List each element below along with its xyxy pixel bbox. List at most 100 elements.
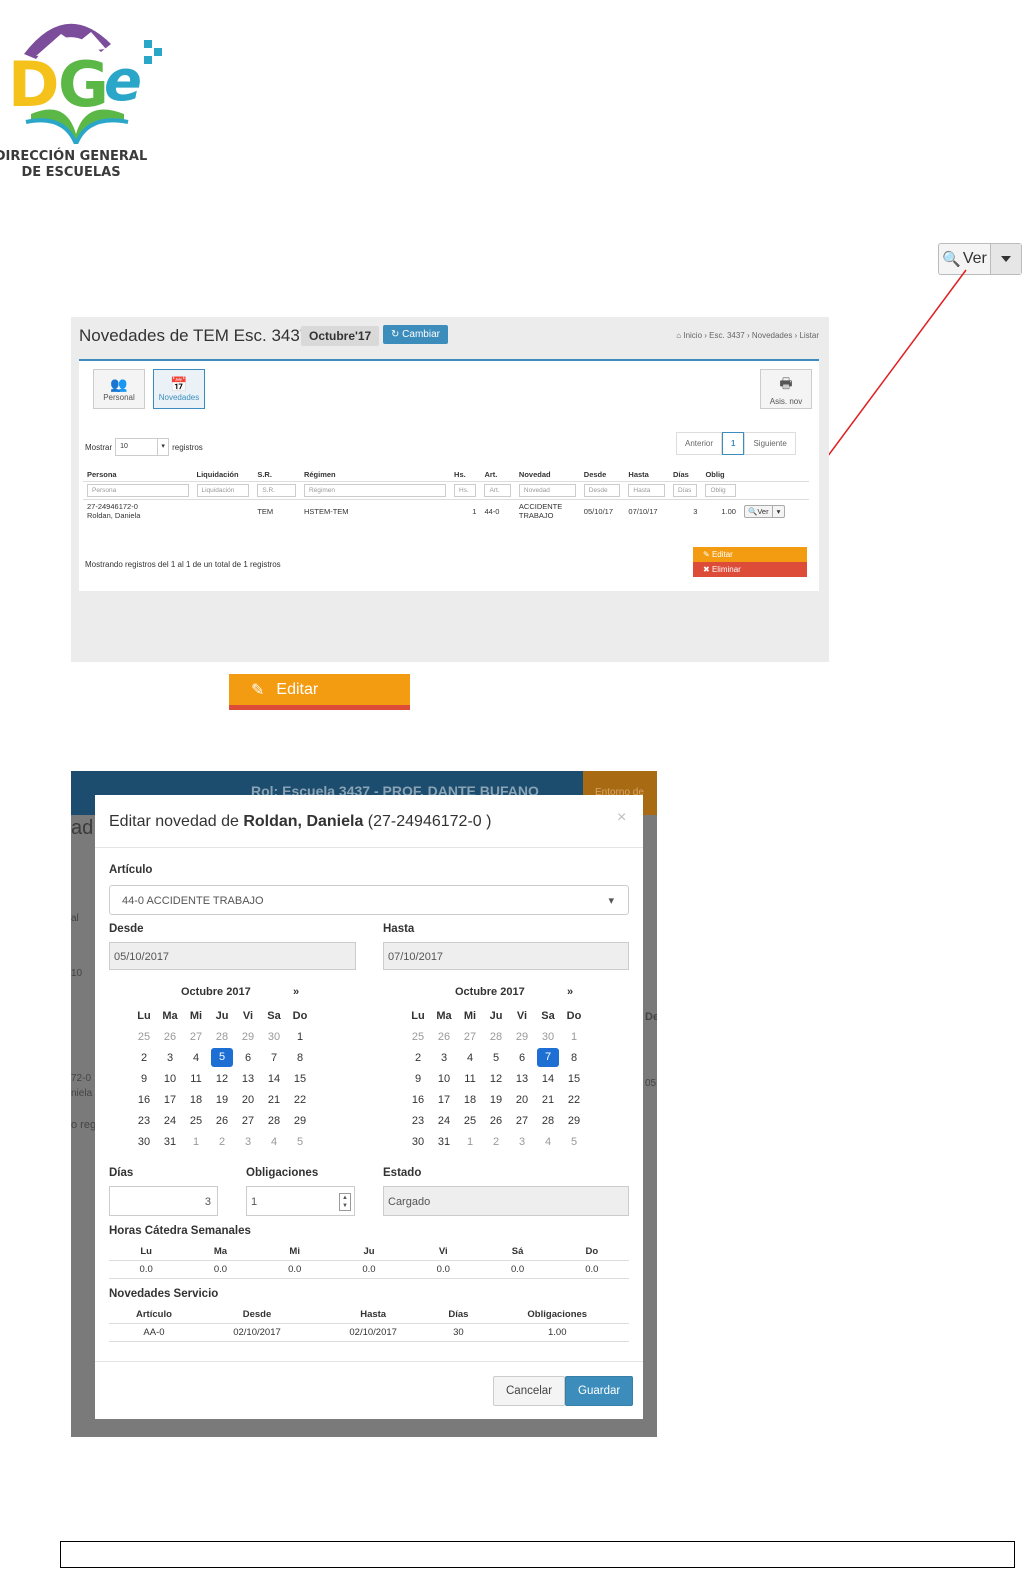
table-row: 0.0 0.0 0.0 0.0 0.0 0.0 0.0 bbox=[109, 1260, 629, 1279]
pager-next[interactable]: Siguiente bbox=[744, 432, 796, 455]
cell-dias: 3 bbox=[693, 506, 698, 516]
cell-oblig: 1.00 bbox=[721, 506, 736, 516]
hasta-cal-next[interactable]: » bbox=[567, 986, 573, 998]
chevron-down-icon: ▾ bbox=[608, 895, 614, 907]
dropdown-editar-label: Editar bbox=[711, 550, 733, 559]
desde-cal-next[interactable]: » bbox=[293, 986, 299, 998]
footer-box bbox=[60, 1541, 1015, 1568]
filter-row: Persona Liquidación S.R. Régimen Hs. Art… bbox=[83, 482, 809, 500]
hasta-selected-day[interactable]: 7 bbox=[535, 1047, 561, 1068]
filter-art[interactable]: Art. bbox=[484, 484, 511, 497]
col-liquidacion[interactable]: Liquidación bbox=[192, 468, 254, 482]
modal-title-name: Roldan, Daniela bbox=[243, 813, 364, 830]
servicio-table: Artículo Desde Hasta Días Obligaciones AA-0 0… bbox=[109, 1306, 629, 1342]
col-actions bbox=[739, 468, 809, 482]
filter-hs[interactable]: Hs. bbox=[454, 484, 477, 497]
breadcrumb-escuela[interactable]: Esc. 3437 bbox=[709, 331, 745, 340]
cell-desde: 05/10/17 bbox=[583, 506, 613, 516]
novedades-label: Novedades bbox=[158, 393, 200, 402]
modal-footer-divider bbox=[95, 1361, 643, 1362]
filter-dias[interactable]: Días bbox=[673, 484, 698, 497]
page-title: Novedades de TEM Esc. 3437 - bbox=[79, 326, 320, 345]
obligaciones-stepper[interactable]: 1 ▲ ▼ bbox=[246, 1186, 355, 1216]
personal-label: Personal bbox=[103, 393, 135, 402]
servicio-label: Novedades Servicio bbox=[109, 1288, 219, 1300]
novedades-list-screenshot: Novedades de TEM Esc. 3437 - Octubre'17 … bbox=[71, 317, 829, 662]
desde-selected-day[interactable]: 5 bbox=[209, 1047, 235, 1068]
col-persona[interactable]: Persona bbox=[83, 468, 193, 482]
asis-nov-button[interactable]: 🖶 Asis. nov bbox=[760, 369, 812, 409]
articulo-value: 44-0 ACCIDENTE TRABAJO bbox=[122, 895, 264, 907]
save-button[interactable]: Guardar bbox=[565, 1376, 634, 1406]
breadcrumb-inicio[interactable]: Inicio bbox=[683, 331, 702, 340]
pencil-icon: ✎ bbox=[251, 682, 265, 699]
filter-hasta[interactable]: Hasta bbox=[628, 484, 666, 497]
novedad-line1: ACCIDENTE bbox=[518, 502, 563, 511]
dropdown-editar[interactable]: ✎ Editar bbox=[693, 547, 807, 562]
cell-hs: 1 bbox=[472, 506, 477, 516]
col-hasta[interactable]: Hasta bbox=[624, 468, 670, 482]
desde-field[interactable]: 05/10/2017 bbox=[109, 942, 356, 970]
col-desde[interactable]: Desde bbox=[579, 468, 625, 482]
cambiar-button[interactable]: ↻ Cambiar bbox=[383, 325, 448, 344]
registros-label: registros bbox=[172, 442, 203, 452]
novedades-table: Persona Liquidación S.R. Régimen Hs. Art… bbox=[83, 468, 809, 522]
articulo-select[interactable]: 44-0 ACCIDENTE TRABAJO ▾ bbox=[109, 885, 629, 915]
content-box: 👥 Personal 📅 Novedades 🖶 Asis. nov Mostr… bbox=[79, 359, 819, 591]
estado-field: Cargado bbox=[383, 1186, 629, 1216]
row-ver-button[interactable]: 🔍Ver ▾ bbox=[743, 504, 786, 518]
filter-desde[interactable]: Desde bbox=[583, 484, 621, 497]
breadcrumb: ⌂ Inicio › Esc. 3437 › Novedades › Lista… bbox=[676, 331, 819, 340]
bg-frag-4: 72-0 bbox=[71, 1073, 92, 1084]
filter-sr[interactable]: S.R. bbox=[257, 484, 296, 497]
caret-down-icon[interactable]: ▾ bbox=[773, 506, 785, 517]
search-icon: 🔍 bbox=[747, 506, 758, 516]
cell-sr: TEM bbox=[257, 506, 274, 516]
editar-button-callout[interactable]: ✎ Editar bbox=[229, 674, 410, 710]
col-art[interactable]: Art. bbox=[480, 468, 515, 482]
novedades-button[interactable]: 📅 Novedades bbox=[153, 369, 205, 409]
modal-title: Editar novedad de Roldan, Daniela (27-24… bbox=[109, 813, 491, 831]
editar-big-label: Editar bbox=[276, 681, 319, 698]
page-size-select[interactable]: 10 ▾ bbox=[115, 438, 170, 456]
col-dias[interactable]: Días bbox=[669, 468, 702, 482]
breadcrumb-novedades[interactable]: Novedades bbox=[752, 331, 792, 340]
bg-frag-2: al bbox=[71, 913, 79, 924]
cancel-button[interactable]: Cancelar bbox=[493, 1376, 566, 1406]
pager-page-1[interactable]: 1 bbox=[722, 432, 745, 455]
filter-persona[interactable]: Persona bbox=[87, 484, 189, 497]
col-novedad[interactable]: Novedad bbox=[514, 468, 580, 482]
filter-novedad[interactable]: Novedad bbox=[518, 484, 576, 497]
hasta-field[interactable]: 07/10/2017 bbox=[383, 942, 629, 970]
hasta-label: Hasta bbox=[383, 923, 415, 935]
bg-frag-6: o reg bbox=[71, 1119, 97, 1131]
close-icon: ✖ bbox=[703, 565, 710, 574]
filter-oblig[interactable]: Oblig bbox=[705, 484, 736, 497]
col-hs[interactable]: Hs. bbox=[450, 468, 481, 482]
table-summary: Mostrando registros del 1 al 1 de un tot… bbox=[85, 560, 281, 569]
asis-nov-label: Asis. nov bbox=[769, 396, 803, 406]
calendar-icon: 📅 bbox=[170, 376, 188, 392]
close-icon[interactable]: × bbox=[617, 809, 626, 827]
actions-dropdown: ✎ Editar ✖ Eliminar bbox=[693, 547, 807, 577]
stepper-arrows-icon[interactable]: ▲ ▼ bbox=[339, 1193, 351, 1211]
filter-liquidacion[interactable]: Liquidación bbox=[196, 484, 250, 497]
pagination: Anterior 1 Siguiente bbox=[676, 432, 796, 455]
home-icon: ⌂ bbox=[676, 331, 682, 340]
personal-button[interactable]: 👥 Personal bbox=[93, 369, 145, 409]
cell-novedad: ACCIDENTE TRABAJO bbox=[515, 500, 580, 523]
filter-regimen[interactable]: Régimen bbox=[303, 484, 447, 497]
horas-table: Lu Ma Mi Ju Vi Sá Do 0.0 0.0 0.0 0.0 0.0 0.0 0.0 bbox=[109, 1243, 629, 1279]
col-oblig[interactable]: Oblig bbox=[701, 468, 740, 482]
col-sr[interactable]: S.R. bbox=[253, 468, 300, 482]
pager-prev[interactable]: Anterior bbox=[676, 432, 723, 455]
users-icon: 👥 bbox=[110, 376, 128, 392]
dropdown-eliminar[interactable]: ✖ Eliminar bbox=[693, 562, 807, 577]
table-header-row: Persona Liquidación S.R. Régimen Hs. Art… bbox=[83, 468, 809, 482]
row-ver-main[interactable]: 🔍Ver bbox=[745, 505, 773, 517]
desde-cal-grid: Lu Ma Mi Ju Vi Sa Do 25 26 27 28 29 30 1 2345678 9 10… bbox=[137, 1009, 308, 1148]
col-regimen[interactable]: Régimen bbox=[299, 468, 451, 482]
dias-input[interactable]: 3 bbox=[109, 1186, 218, 1216]
persona-nombre: Roldan, Daniela bbox=[87, 511, 141, 520]
pencil-icon: ✎ bbox=[703, 550, 710, 559]
